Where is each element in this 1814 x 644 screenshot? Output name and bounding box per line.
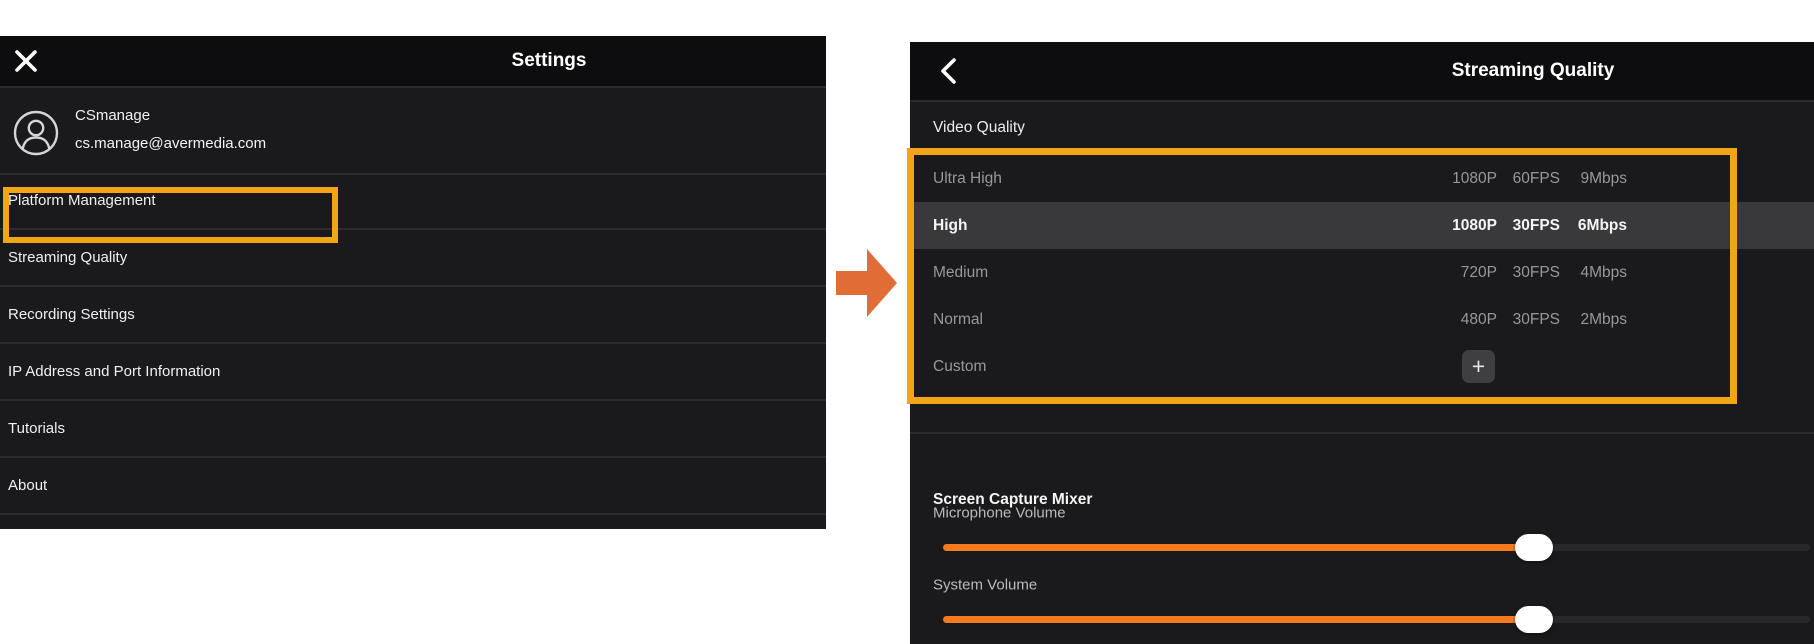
streaming-quality-panel: Streaming Quality Video Quality Ultra Hi… [910, 42, 1814, 644]
slider-thumb[interactable] [1515, 534, 1553, 561]
video-quality-section: Video Quality [910, 100, 1814, 155]
system-volume-slider[interactable] [943, 616, 1810, 623]
sidebar-item-ip-address-port[interactable]: IP Address and Port Information [0, 344, 826, 401]
menu-item-label: Streaming Quality [8, 249, 127, 266]
sidebar-item-about[interactable]: About [0, 458, 826, 515]
quality-option-medium[interactable]: Medium 720P 30FPS 4Mbps [914, 249, 1730, 296]
account-email: cs.manage@avermedia.com [75, 135, 266, 152]
microphone-volume-slider[interactable] [943, 544, 1810, 551]
sidebar-item-recording-settings[interactable]: Recording Settings [0, 287, 826, 344]
avatar-icon [13, 110, 59, 161]
slider-fill [943, 616, 1534, 623]
quality-option-high[interactable]: High 1080P 30FPS 6Mbps [914, 202, 1730, 249]
settings-panel: Settings CSmanage cs.manage@avermedia.co… [0, 36, 826, 529]
plus-icon: + [1472, 355, 1485, 378]
add-custom-quality-button[interactable]: + [1462, 350, 1495, 383]
close-icon[interactable] [12, 47, 40, 75]
settings-header: Settings [0, 36, 826, 88]
menu-item-label: IP Address and Port Information [8, 363, 220, 380]
settings-title: Settings [512, 36, 587, 86]
streaming-quality-title: Streaming Quality [1452, 42, 1615, 100]
slider-thumb[interactable] [1515, 606, 1553, 633]
section-divider [910, 432, 1814, 434]
system-volume-label: System Volume [933, 577, 1037, 594]
screenshot-root: Settings CSmanage cs.manage@avermedia.co… [0, 0, 1814, 644]
menu-item-label: Tutorials [8, 420, 65, 437]
streaming-quality-header: Streaming Quality [910, 42, 1814, 102]
account-row[interactable]: CSmanage cs.manage@avermedia.com [0, 86, 826, 175]
menu-item-label: Platform Management [8, 192, 156, 209]
video-quality-label: Video Quality [933, 119, 1025, 137]
quality-option-normal[interactable]: Normal 480P 30FPS 2Mbps [914, 296, 1730, 343]
quality-values: 1080P 30FPS 6Mbps [1435, 202, 1627, 249]
quality-option-custom[interactable]: Custom + [914, 343, 1730, 390]
menu-item-label: About [8, 477, 47, 494]
microphone-volume-label: Microphone Volume [933, 505, 1066, 522]
quality-values: 480P 30FPS 2Mbps [1435, 296, 1627, 343]
menu-item-label: Recording Settings [8, 306, 135, 323]
slider-fill [943, 544, 1534, 551]
quality-values: 1080P 60FPS 9Mbps [1435, 155, 1627, 202]
quality-option-ultra-high[interactable]: Ultra High 1080P 60FPS 9Mbps [914, 155, 1730, 202]
sidebar-item-tutorials[interactable]: Tutorials [0, 401, 826, 458]
back-chevron-icon[interactable] [938, 57, 960, 85]
quality-values: 720P 30FPS 4Mbps [1435, 249, 1627, 296]
account-name: CSmanage [75, 107, 150, 124]
sidebar-item-platform-management[interactable]: Platform Management [0, 173, 826, 230]
arrow-right-icon [836, 249, 897, 317]
sidebar-item-streaming-quality[interactable]: Streaming Quality [0, 230, 826, 287]
